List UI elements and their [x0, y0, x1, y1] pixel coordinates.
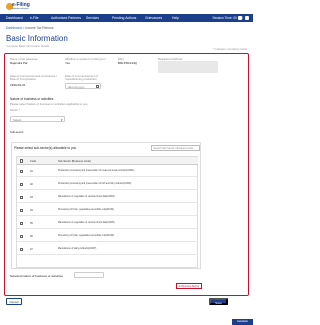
save-button[interactable]: Save	[209, 298, 228, 305]
row-checkbox[interactable]	[20, 169, 24, 173]
subsector-heading: Please select sub-sector(s) allowable to…	[14, 146, 77, 150]
nav-grievances[interactable]: Grievances	[145, 14, 162, 22]
selected-nature-label: Selected nature of business or activitie…	[10, 274, 63, 278]
breadcrumb-current: Income Tax Returns	[25, 26, 54, 30]
row-description: Processing of fruits, vegetables and edi…	[58, 235, 115, 237]
row-code: 04	[30, 209, 33, 212]
selected-nature-field	[74, 272, 104, 278]
pan-value: BRLPD1234Q	[118, 61, 138, 65]
row-code: 01	[30, 170, 33, 173]
table-row[interactable]: 06 Processing of fruits, vegetables and …	[17, 231, 198, 242]
column-header-code: Code	[30, 159, 37, 163]
nav-pending-actions[interactable]: Pending Actions	[112, 14, 136, 22]
row-description: Production processing and preservation o…	[58, 170, 135, 172]
row-code: 07	[30, 248, 33, 251]
table-row[interactable]: 07 Manufacture of dairy products(01007)	[17, 244, 198, 255]
row-code: 05	[30, 222, 33, 225]
nav-authorised-partners[interactable]: Authorised Partners	[51, 14, 81, 22]
table-row[interactable]: 04 Processing of fruits, vegetables and …	[17, 205, 198, 216]
nature-hint: Please select Nature of business or acti…	[10, 102, 89, 106]
page-title: Basic Information	[6, 34, 68, 43]
row-code: 03	[30, 196, 33, 199]
subsector-search-input[interactable]: Search Sub Sector / Business Code	[151, 144, 200, 151]
table-row[interactable]: 05 Manufacture of vegetable oil, animal …	[17, 218, 198, 229]
assessee-name-value: Rajendra Pal	[10, 61, 28, 65]
breadcrumb: Dashboard > Income Tax Returns	[6, 26, 54, 30]
nav-help[interactable]: Help	[172, 14, 179, 22]
table-row[interactable]: 01 Production processing and preservatio…	[17, 166, 198, 177]
column-header-subsector: Sub-Sector (Business Code)	[58, 159, 91, 163]
subsector-search-placeholder: Search Sub Sector / Business Code	[153, 146, 194, 150]
table-header: Code Sub-Sector (Business Code)	[17, 157, 198, 165]
sector-label: Sector *	[10, 108, 20, 112]
efiling-logo[interactable]: e-Filing Anywhere Anytime	[6, 2, 30, 13]
commencement-value: 1999-09-01	[10, 83, 26, 87]
mandatory-note: * Indicates mandatory fields	[212, 47, 247, 51]
row-description: Manufacture of dairy products(01007)	[58, 248, 97, 250]
sector-select[interactable]: Select ▾	[10, 116, 65, 122]
subsector-label: Sub-sector	[10, 130, 24, 134]
production-date-label: Date of commencement of manufacturing pr…	[65, 74, 98, 81]
subsector-table: Code Sub-Sector (Business Code) 01 Produ…	[16, 156, 198, 268]
row-description: Manufacture of vegetable oil, animal oil…	[58, 196, 115, 198]
row-code: 02	[30, 183, 33, 186]
production-date-input[interactable]: dd-mm-yyyy	[65, 83, 101, 89]
address-field	[158, 61, 218, 73]
cancel-button[interactable]: Cancel	[6, 298, 22, 305]
sector-select-value: Select	[13, 118, 22, 122]
table-row[interactable]: 02 Production processing and preservatio…	[17, 179, 198, 190]
select-all-checkbox[interactable]	[20, 159, 24, 163]
page-subtitle: Complete Basic information details	[6, 44, 50, 48]
commencement-label: Date of Commencement of business / Date …	[10, 74, 57, 81]
language-icon[interactable]	[245, 16, 249, 20]
subsector-selector: Please select sub-sector(s) allowable to…	[11, 142, 201, 269]
row-description: Manufacture of vegetable oil, animal oil…	[58, 222, 115, 224]
row-description: Processing of fruits, vegetables and edi…	[58, 209, 115, 211]
resident-value: Yes	[65, 61, 70, 65]
row-checkbox[interactable]	[20, 247, 24, 251]
remove-sector-label: Remove Sector	[181, 285, 200, 288]
row-checkbox[interactable]	[20, 221, 24, 225]
nature-heading: Nature of business or activities	[10, 97, 54, 101]
table-row[interactable]: 03 Manufacture of vegetable oil, animal …	[17, 192, 198, 203]
nav-efile[interactable]: e-File	[30, 14, 38, 22]
row-checkbox[interactable]	[20, 182, 24, 186]
user-profile-icon[interactable]	[238, 16, 242, 20]
main-navbar: Dashboard e-File Authorised Partners Ser…	[0, 14, 253, 22]
row-checkbox[interactable]	[20, 195, 24, 199]
production-date-placeholder: dd-mm-yyyy	[68, 85, 85, 89]
nav-services[interactable]: Services	[86, 14, 99, 22]
row-checkbox[interactable]	[20, 208, 24, 212]
helpdesk-button[interactable]: Helpdesk	[232, 319, 253, 325]
row-description: Production processing and preservation o…	[58, 183, 132, 185]
resident-label: Whether a resident in India (y/n) *	[65, 57, 107, 61]
breadcrumb-dashboard[interactable]: Dashboard	[6, 26, 22, 30]
logo-tagline: Anywhere Anytime	[12, 8, 29, 10]
nav-dashboard[interactable]: Dashboard	[6, 14, 23, 22]
chevron-down-icon: ▾	[60, 118, 63, 122]
row-checkbox[interactable]	[20, 234, 24, 238]
row-code: 06	[30, 235, 33, 238]
remove-sector-button[interactable]: ⊗ Remove Sector	[176, 283, 202, 289]
calendar-icon[interactable]	[95, 85, 99, 89]
